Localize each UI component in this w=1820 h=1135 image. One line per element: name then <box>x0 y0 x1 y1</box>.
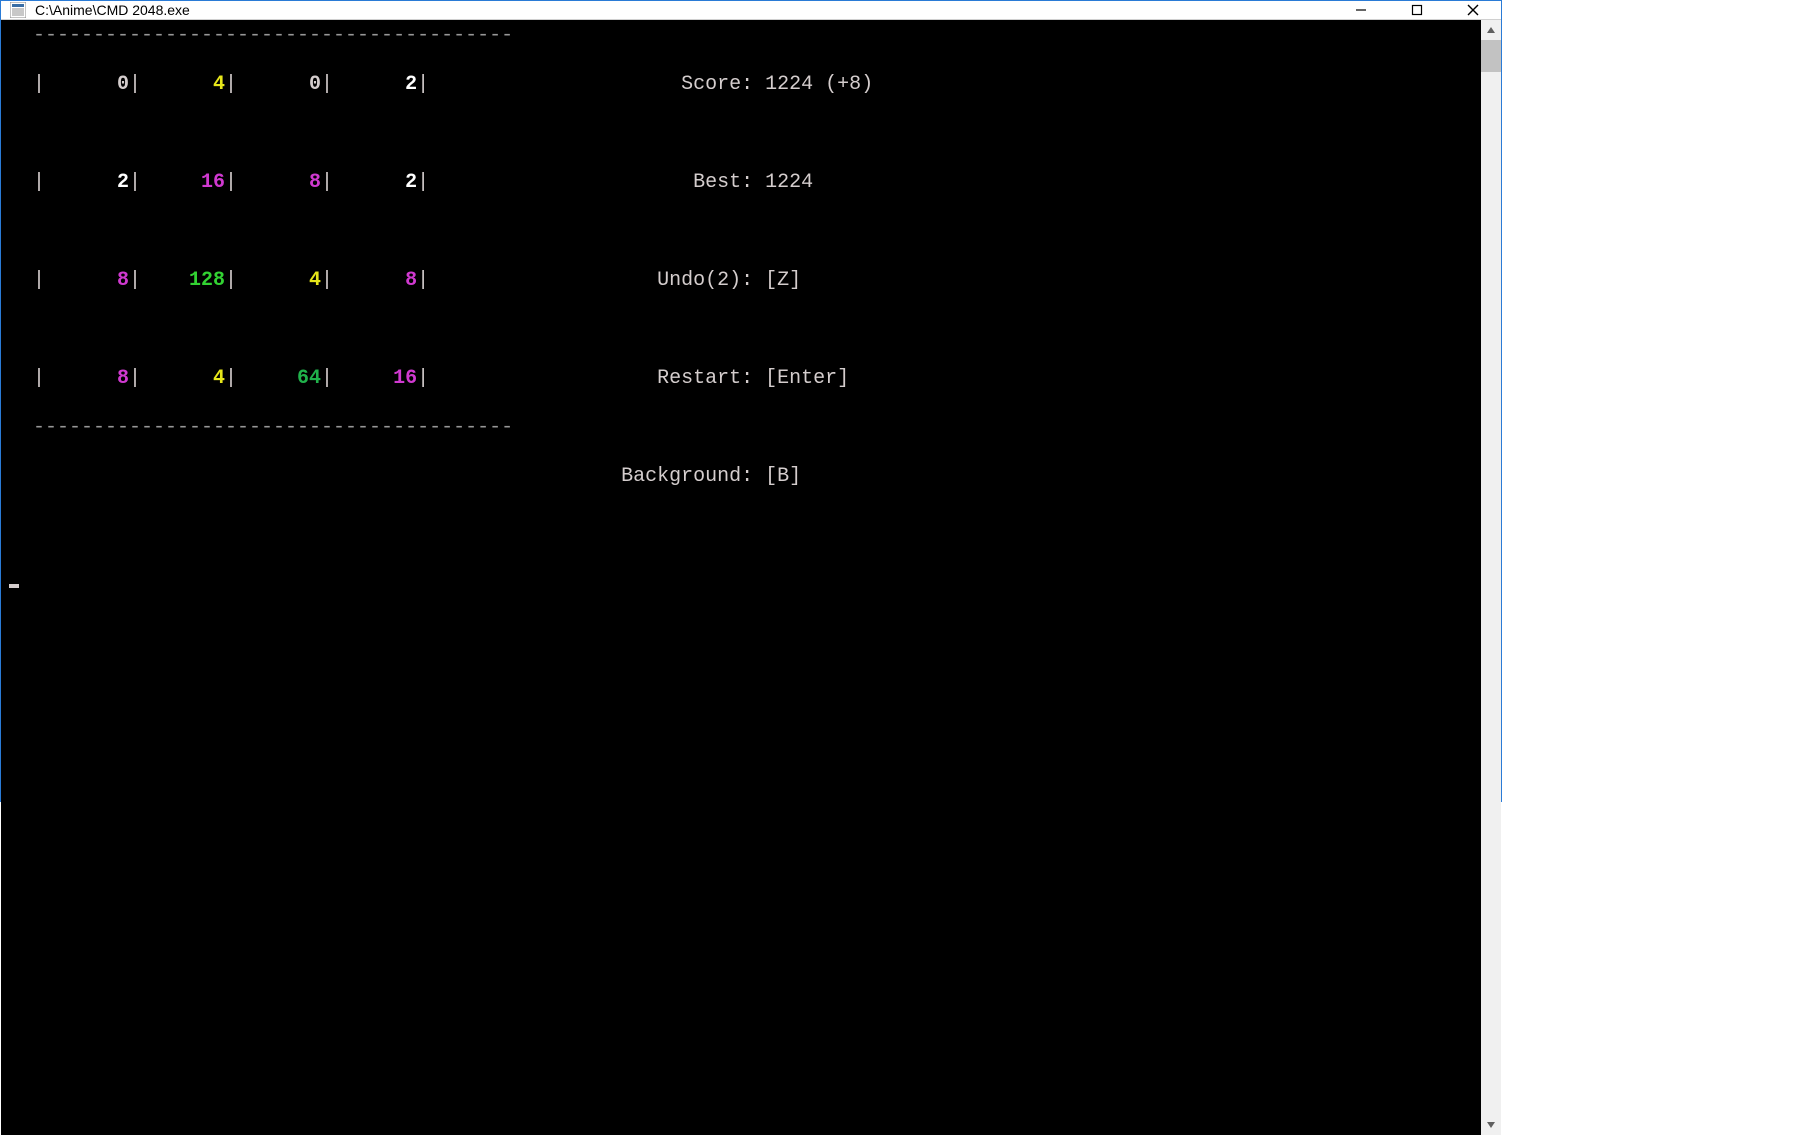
app-window: C:\Anime\CMD 2048.exe ------------------… <box>0 0 1502 802</box>
ascii-art-line: .;7Lvv7v7v7v77rv7LvLr..L7. :rUPLY.7Y <box>897 1102 1481 1125</box>
undo-label: Undo(2): <box>537 269 753 292</box>
ascii-art-line: q :B@Z: :rii :. 8G <box>907 563 1481 586</box>
ascii-art-line: i7 .:.rZ :r: <box>897 857 1481 880</box>
ascii-art-line: .Z. Y1k0EEGMOvrB :Sj5B2. <box>897 269 1481 292</box>
maximize-button[interactable] <box>1389 1 1445 19</box>
cursor <box>9 584 19 588</box>
window-controls <box>1333 1 1501 19</box>
ascii-art-line: vYv:, .JM Lv@:,XrL::5 <box>897 1053 1481 1076</box>
tile-1-1: 16 <box>141 171 225 196</box>
ascii-art-line: N i7J7: ..:::::::.:vr <box>897 710 1481 733</box>
tile-3-3: 16 <box>333 367 417 392</box>
window-title: C:\Anime\CMD 2048.exe <box>35 2 190 18</box>
titlebar-left: C:\Anime\CMD 2048.exe <box>1 1 190 19</box>
score-value: 1224 (+8) <box>765 73 873 96</box>
ascii-art-line: JU uP:. 7OZirrvr@7 <box>897 171 1481 194</box>
scroll-up-button[interactable] <box>1481 20 1501 40</box>
tile-0-0: 0 <box>45 73 129 98</box>
ascii-art-line: iu .B7uF1uvrJ: .YF7 <box>897 612 1481 635</box>
console-output[interactable]: ----------------------------------------… <box>1 20 1481 1135</box>
close-button[interactable] <box>1445 1 1501 19</box>
ascii-art-line: 5: iYXuLrrruF0SSu1JUjuLuSqX <box>897 661 1481 684</box>
ascii-art-line: iP. .vvYvrv@. .,. U7 <box>897 122 1481 145</box>
tile-1-0: 2 <box>45 171 129 196</box>
ascii-art-line: ,5i. .Y5i. :Ji <box>897 73 1481 96</box>
restart-value: [Enter] <box>765 367 849 390</box>
tile-0-1: 4 <box>141 73 225 98</box>
ascii-art-line: .q: k. .i: <box>897 220 1481 243</box>
tile-3-0: 8 <box>45 367 129 392</box>
titlebar[interactable]: C:\Anime\CMD 2048.exe <box>1 1 1501 20</box>
ascii-art-line: ru ui iZ1 U8 :u:v <box>897 514 1481 537</box>
scrollbar[interactable] <box>1481 20 1501 1135</box>
tile-1-3: 2 <box>333 171 417 196</box>
ascii-art-line: ,q: vJ 7@L q, i :F <box>897 1004 1481 1027</box>
tile-2-2: 4 <box>237 269 321 294</box>
ascii-art-line: G. U@Z7:. ,vPB1LS :MMkuPM@. <box>897 318 1481 341</box>
tile-3-2: 64 <box>237 367 321 392</box>
best-value: 1224 <box>765 171 813 194</box>
tile-0-2: 0 <box>237 73 321 98</box>
minimize-button[interactable] <box>1333 1 1389 19</box>
undo-value: [Z] <box>765 269 801 292</box>
restart-label: Restart: <box>537 367 753 390</box>
ascii-art-line: i7 :B,B0M:XBBk.:u7 <box>897 906 1481 929</box>
score-label: Score: <box>537 73 753 96</box>
tile-2-1: 128 <box>141 269 225 294</box>
background-value: [B] <box>765 465 801 488</box>
best-label: Best: <box>537 171 753 194</box>
background-label: Background: <box>537 465 753 488</box>
app-icon <box>9 1 27 19</box>
tile-1-2: 8 <box>237 171 321 196</box>
client-area: ----------------------------------------… <box>1 20 1501 1135</box>
board-divider: ---------------------------------------- <box>9 24 513 47</box>
ascii-art-line: N: 21@B@q@. FM20@B@B :@ <box>897 416 1481 439</box>
ascii-art-line: Fi ii7v8Z12807 EPY7J0@ <box>897 465 1481 488</box>
tile-3-1: 4 <box>141 367 225 392</box>
ascii-art-line: .i:i:i:: :,::, <box>897 24 1481 47</box>
tile-2-3: 8 <box>333 269 417 294</box>
tile-2-0: 8 <box>45 269 129 294</box>
scroll-down-button[interactable] <box>1481 1115 1501 1135</box>
tile-0-3: 2 <box>333 73 417 98</box>
ascii-art-line: G. vuNuiB@BPBv rE@.FB@BB.vB <box>897 367 1481 390</box>
board-divider: ---------------------------------------- <box>9 416 513 439</box>
scroll-thumb[interactable] <box>1481 40 1501 72</box>
ascii-art-line: O :rL7vrr;i::,ivr:@ <box>897 759 1481 782</box>
ascii-art-line: .u jj7LF. <box>897 808 1481 831</box>
ascii-art-line: O Lu :@YE7i . iu <box>897 955 1481 978</box>
